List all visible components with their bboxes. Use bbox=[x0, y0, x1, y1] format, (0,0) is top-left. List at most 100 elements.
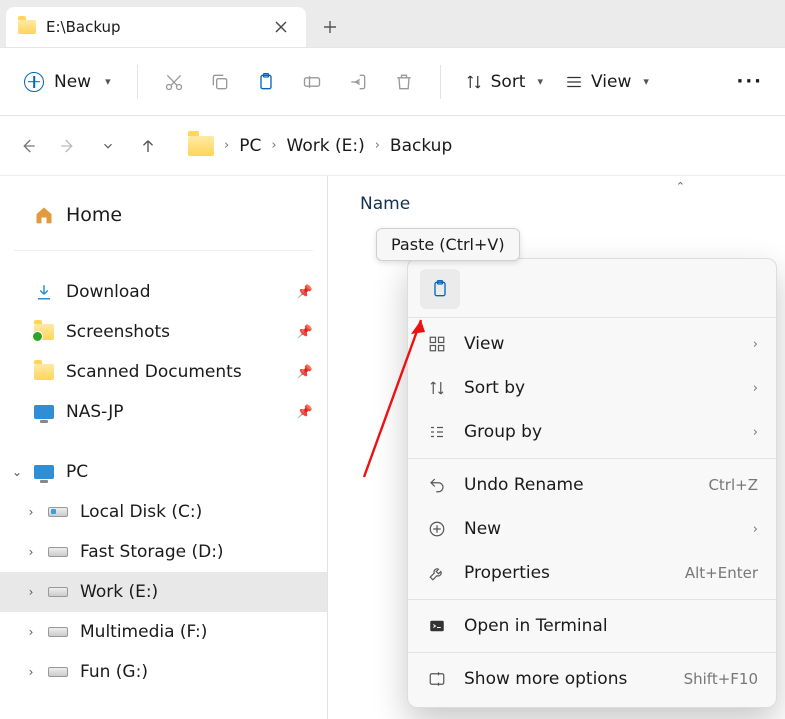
chevron-right-icon: › bbox=[271, 138, 276, 153]
divider bbox=[408, 599, 776, 600]
sidebar-item-label: Download bbox=[66, 282, 151, 302]
view-icon bbox=[426, 335, 448, 353]
sidebar-drive-d[interactable]: › Fast Storage (D:) bbox=[0, 532, 327, 572]
download-icon bbox=[34, 282, 54, 302]
back-button[interactable] bbox=[14, 132, 42, 160]
chevron-right-icon[interactable]: › bbox=[24, 585, 38, 599]
cut-button[interactable] bbox=[154, 62, 194, 102]
context-view[interactable]: View › bbox=[408, 322, 776, 366]
tooltip-text: Paste (Ctrl+V) bbox=[391, 235, 505, 254]
pin-icon: 📌 bbox=[297, 285, 313, 300]
chevron-down-icon: ▾ bbox=[643, 75, 649, 88]
pin-icon: 📌 bbox=[297, 365, 313, 380]
drive-label: Fast Storage (D:) bbox=[80, 542, 224, 562]
sidebar-item-download[interactable]: Download 📌 bbox=[0, 272, 327, 312]
crumb-pc[interactable]: PC bbox=[239, 136, 261, 156]
folder-icon bbox=[34, 364, 54, 380]
sidebar-item-screenshots[interactable]: Screenshots 📌 bbox=[0, 312, 327, 352]
new-label: New bbox=[54, 72, 91, 92]
sort-button[interactable]: Sort ▾ bbox=[457, 66, 551, 98]
crumb-drive[interactable]: Work (E:) bbox=[287, 136, 365, 156]
sort-label: Sort bbox=[491, 72, 526, 92]
drive-label: Work (E:) bbox=[80, 582, 158, 602]
context-icon-row bbox=[408, 265, 776, 313]
sidebar: Home Download 📌 Screenshots 📌 Scanned Do… bbox=[0, 176, 328, 719]
sidebar-drive-c[interactable]: › Local Disk (C:) bbox=[0, 492, 327, 532]
drive-label: Local Disk (C:) bbox=[80, 502, 202, 522]
terminal-icon bbox=[426, 617, 448, 635]
column-header-name[interactable]: Name bbox=[360, 194, 785, 218]
view-button[interactable]: View ▾ bbox=[557, 66, 657, 98]
sort-indicator-icon: ⌃ bbox=[676, 180, 685, 193]
delete-button[interactable] bbox=[384, 62, 424, 102]
context-properties[interactable]: Properties Alt+Enter bbox=[408, 551, 776, 595]
paste-button[interactable] bbox=[246, 62, 286, 102]
context-label: Undo Rename bbox=[464, 475, 692, 495]
sidebar-drive-g[interactable]: › Fun (G:) bbox=[0, 652, 327, 692]
sidebar-home[interactable]: Home bbox=[0, 194, 327, 236]
sidebar-drive-f[interactable]: › Multimedia (F:) bbox=[0, 612, 327, 652]
monitor-icon bbox=[34, 405, 54, 419]
undo-icon bbox=[426, 476, 448, 494]
sidebar-item-nas[interactable]: NAS-JP 📌 bbox=[0, 392, 327, 432]
disk-icon bbox=[48, 667, 68, 677]
close-tab-button[interactable] bbox=[268, 14, 294, 40]
keyboard-shortcut: Ctrl+Z bbox=[708, 476, 758, 494]
rename-button[interactable] bbox=[292, 62, 332, 102]
pc-label: PC bbox=[66, 462, 88, 482]
chevron-right-icon: › bbox=[753, 522, 758, 537]
context-label: Show more options bbox=[464, 669, 668, 689]
tooltip-paste: Paste (Ctrl+V) bbox=[376, 228, 520, 261]
context-new[interactable]: New › bbox=[408, 507, 776, 551]
context-group-by[interactable]: Group by › bbox=[408, 410, 776, 454]
chevron-right-icon[interactable]: › bbox=[24, 545, 38, 559]
folder-icon bbox=[18, 20, 36, 34]
chevron-down-icon[interactable]: ⌄ bbox=[10, 465, 24, 479]
sidebar-item-label: Screenshots bbox=[66, 322, 170, 342]
sort-icon bbox=[426, 379, 448, 397]
context-terminal[interactable]: Open in Terminal bbox=[408, 604, 776, 648]
new-tab-button[interactable] bbox=[310, 7, 350, 47]
up-button[interactable] bbox=[134, 132, 162, 160]
tab-bar: E:\Backup bbox=[0, 0, 785, 48]
forward-button[interactable] bbox=[54, 132, 82, 160]
sidebar-drive-e[interactable]: › Work (E:) bbox=[0, 572, 327, 612]
breadcrumb[interactable]: › PC › Work (E:) › Backup bbox=[188, 136, 452, 156]
crumb-folder[interactable]: Backup bbox=[390, 136, 452, 156]
divider bbox=[14, 250, 313, 272]
wrench-icon bbox=[426, 564, 448, 582]
drive-label: Fun (G:) bbox=[80, 662, 148, 682]
context-undo[interactable]: Undo Rename Ctrl+Z bbox=[408, 463, 776, 507]
chevron-right-icon: › bbox=[753, 425, 758, 440]
chevron-right-icon[interactable]: › bbox=[24, 665, 38, 679]
pin-icon: 📌 bbox=[297, 325, 313, 340]
context-more-options[interactable]: Show more options Shift+F10 bbox=[408, 657, 776, 701]
recent-button[interactable] bbox=[94, 132, 122, 160]
context-sort-by[interactable]: Sort by › bbox=[408, 366, 776, 410]
chevron-right-icon[interactable]: › bbox=[24, 505, 38, 519]
chevron-down-icon: ▾ bbox=[105, 75, 111, 88]
chevron-right-icon: › bbox=[753, 337, 758, 352]
active-tab[interactable]: E:\Backup bbox=[6, 7, 306, 47]
sidebar-item-pc[interactable]: ⌄ PC bbox=[0, 452, 327, 492]
divider bbox=[408, 652, 776, 653]
disk-icon bbox=[48, 507, 68, 517]
context-paste-button[interactable] bbox=[420, 269, 460, 309]
home-icon bbox=[34, 205, 54, 225]
chevron-right-icon: › bbox=[224, 138, 229, 153]
share-button[interactable] bbox=[338, 62, 378, 102]
disk-icon bbox=[48, 587, 68, 597]
sidebar-item-scanned[interactable]: Scanned Documents 📌 bbox=[0, 352, 327, 392]
context-label: New bbox=[464, 519, 737, 539]
context-menu: View › Sort by › Group by › Undo Rename … bbox=[407, 258, 777, 708]
context-label: View bbox=[464, 334, 737, 354]
more-button[interactable]: ··· bbox=[728, 71, 771, 92]
copy-button[interactable] bbox=[200, 62, 240, 102]
keyboard-shortcut: Shift+F10 bbox=[684, 670, 758, 688]
new-button[interactable]: New ▾ bbox=[14, 66, 121, 98]
folder-icon bbox=[188, 136, 214, 156]
chevron-right-icon[interactable]: › bbox=[24, 625, 38, 639]
context-label: Group by bbox=[464, 422, 737, 442]
drive-label: Multimedia (F:) bbox=[80, 622, 207, 642]
sidebar-item-label: Scanned Documents bbox=[66, 362, 242, 382]
